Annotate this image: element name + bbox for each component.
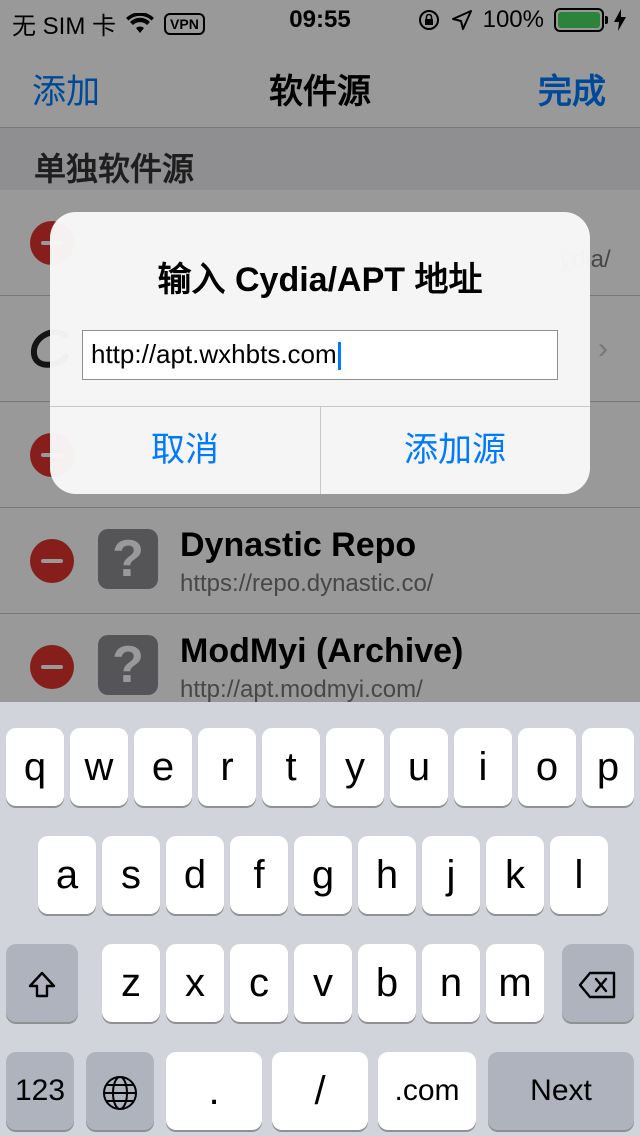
- key-a[interactable]: a: [38, 836, 96, 914]
- key-x[interactable]: x: [166, 944, 224, 1022]
- delete-key[interactable]: [562, 944, 634, 1022]
- shift-icon: [28, 972, 56, 998]
- text-cursor: [337, 342, 341, 371]
- key-u[interactable]: u: [390, 728, 448, 806]
- shift-key[interactable]: [6, 944, 78, 1022]
- key-g[interactable]: g: [294, 836, 352, 914]
- key-d[interactable]: d: [166, 836, 224, 914]
- alert-title: 输入 Cydia/APT 地址: [157, 261, 483, 299]
- key-e[interactable]: e: [134, 728, 192, 806]
- dot-key[interactable]: .: [166, 1052, 262, 1130]
- key-y[interactable]: y: [326, 728, 384, 806]
- globe-icon: [103, 1076, 137, 1111]
- key-t[interactable]: t: [262, 728, 320, 806]
- globe-key[interactable]: [86, 1052, 154, 1130]
- slash-key[interactable]: /: [272, 1052, 368, 1130]
- key-f[interactable]: f: [230, 836, 288, 914]
- input-value: http://apt.wxhbts.com: [91, 339, 337, 369]
- source-url-input[interactable]: http://apt.wxhbts.com: [82, 330, 558, 380]
- dotcom-key[interactable]: .com: [378, 1052, 476, 1130]
- key-n[interactable]: n: [422, 944, 480, 1022]
- key-j[interactable]: j: [422, 836, 480, 914]
- key-c[interactable]: c: [230, 944, 288, 1022]
- next-key[interactable]: Next: [488, 1052, 634, 1130]
- key-w[interactable]: w: [70, 728, 128, 806]
- key-h[interactable]: h: [358, 836, 416, 914]
- key-o[interactable]: o: [518, 728, 576, 806]
- cancel-button[interactable]: 取消: [50, 406, 320, 494]
- backspace-icon: [578, 972, 616, 999]
- add-source-button[interactable]: 添加源: [320, 406, 590, 494]
- key-i[interactable]: i: [454, 728, 512, 806]
- key-r[interactable]: r: [198, 728, 256, 806]
- key-b[interactable]: b: [358, 944, 416, 1022]
- numbers-key[interactable]: 123: [6, 1052, 74, 1130]
- key-q[interactable]: q: [6, 728, 64, 806]
- key-v[interactable]: v: [294, 944, 352, 1022]
- keyboard: q w e r t y u i o p a s d f g h j k l z …: [0, 702, 640, 1136]
- key-p[interactable]: p: [582, 728, 634, 806]
- key-z[interactable]: z: [102, 944, 160, 1022]
- key-s[interactable]: s: [102, 836, 160, 914]
- key-l[interactable]: l: [550, 836, 608, 914]
- add-source-alert: 输入 Cydia/APT 地址 http://apt.wxhbts.com 取消…: [50, 212, 590, 494]
- key-m[interactable]: m: [486, 944, 544, 1022]
- key-k[interactable]: k: [486, 836, 544, 914]
